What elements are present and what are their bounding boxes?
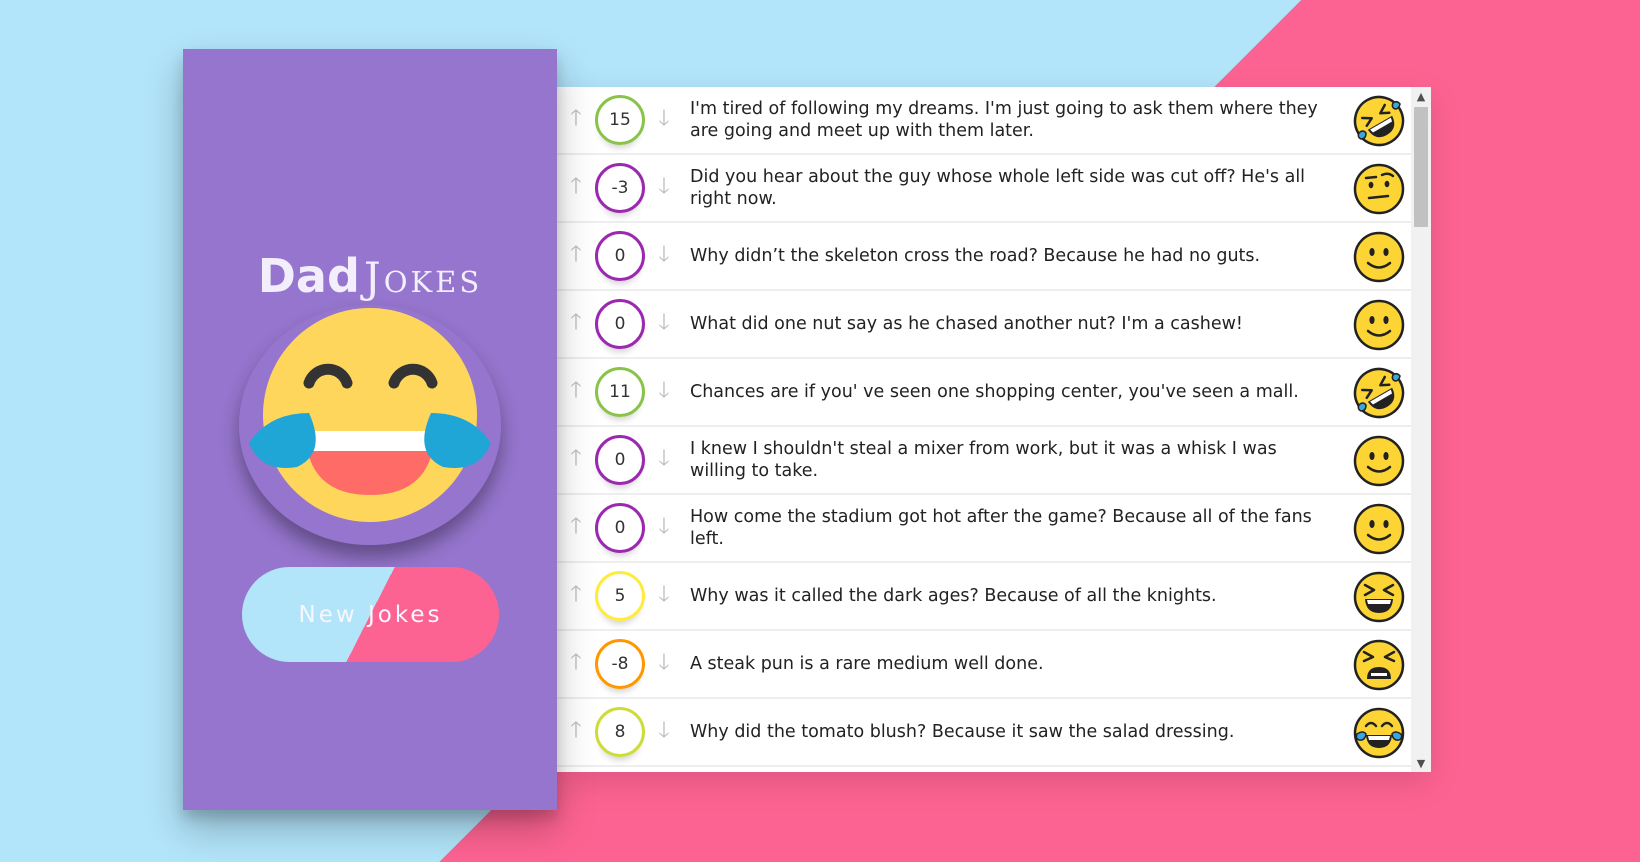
joke-text: Why did the tomato blush? Because it saw… — [690, 722, 1235, 742]
joke-text: Why was it called the dark ages? Because… — [690, 586, 1217, 606]
vote-count: 15 — [595, 95, 645, 145]
arrow-down-icon[interactable]: 🡓 — [651, 310, 677, 337]
arrow-down-icon[interactable]: 🡓 — [651, 378, 677, 405]
vote-count: 0 — [595, 435, 645, 485]
joke-row: 🡑 0 🡓 Why didn’t the skeleton cross the roa… — [557, 223, 1411, 291]
vote-count: 5 — [595, 571, 645, 621]
scrollbar[interactable]: ▲ ▼ — [1411, 87, 1431, 772]
joke-text: I'm tired of following my dreams. I'm ju… — [690, 99, 1318, 141]
tears-of-joy-emoji-icon — [1353, 707, 1405, 759]
squint-laugh-emoji-icon — [1353, 571, 1405, 623]
joke-text: How come the stadium got hot after the g… — [690, 507, 1312, 549]
joke-row: 🡑 15 🡓 I'm tired of following my dreams. I'… — [557, 87, 1411, 155]
app-title: DadJokes — [183, 249, 557, 303]
joke-row: 🡑 8 🡓 Why did the tomato blush? Because it … — [557, 699, 1411, 767]
joke-text: A steak pun is a rare medium well done. — [690, 654, 1044, 674]
arrow-up-icon[interactable]: 🡑 — [563, 446, 589, 473]
scroll-up-arrow-icon[interactable]: ▲ — [1411, 87, 1431, 105]
arrow-up-icon[interactable]: 🡑 — [563, 650, 589, 677]
arrow-up-icon[interactable]: 🡑 — [563, 718, 589, 745]
joke-row: 🡑 -8 🡓 A steak pun is a rare medium well do… — [557, 631, 1411, 699]
app-title-bold: Dad — [257, 249, 360, 303]
arrow-down-icon[interactable]: 🡓 — [651, 242, 677, 269]
arrow-down-icon[interactable]: 🡓 — [651, 446, 677, 473]
vote-count: 0 — [595, 231, 645, 281]
app-title-light: Jokes — [363, 253, 483, 302]
arrow-up-icon[interactable]: 🡑 — [563, 514, 589, 541]
arrow-up-icon[interactable]: 🡑 — [563, 310, 589, 337]
joke-text: I knew I shouldn't steal a mixer from wo… — [690, 439, 1277, 481]
rofl-emoji-icon — [1353, 95, 1405, 147]
vote-count: 11 — [595, 367, 645, 417]
joke-text: What did one nut say as he chased anothe… — [690, 314, 1243, 334]
joke-text: Did you hear about the guy whose whole l… — [690, 167, 1306, 209]
vote-count: -8 — [595, 639, 645, 689]
joke-row: 🡑 -3 🡓 Did you hear about the guy whose who… — [557, 155, 1411, 223]
jokes-panel[interactable]: 🡑 15 🡓 I'm tired of following my dreams. I'… — [557, 87, 1431, 772]
sidebar: DadJokes New Jokes — [183, 49, 557, 810]
arrow-up-icon[interactable]: 🡑 — [563, 106, 589, 133]
arrow-up-icon[interactable]: 🡑 — [563, 378, 589, 405]
laughing-emoji-logo-icon — [239, 305, 501, 545]
joke-row: 🡑 0 🡓 I knew I shouldn't steal a mixer from… — [557, 427, 1411, 495]
slight-smile-emoji-icon — [1353, 435, 1405, 487]
arrow-up-icon[interactable]: 🡑 — [563, 582, 589, 609]
slight-smile-emoji-icon — [1353, 503, 1405, 555]
slight-smile-emoji-icon — [1353, 299, 1405, 351]
arrow-up-icon[interactable]: 🡑 — [563, 174, 589, 201]
arrow-down-icon[interactable]: 🡓 — [651, 582, 677, 609]
scroll-down-arrow-icon[interactable]: ▼ — [1411, 754, 1431, 772]
rofl-emoji-icon — [1353, 367, 1405, 419]
vote-count: 0 — [595, 299, 645, 349]
vote-count: 8 — [595, 707, 645, 757]
joke-list: 🡑 15 🡓 I'm tired of following my dreams. I'… — [557, 87, 1411, 767]
tired-emoji-icon — [1353, 639, 1405, 691]
arrow-down-icon[interactable]: 🡓 — [651, 514, 677, 541]
new-jokes-button[interactable]: New Jokes — [242, 567, 499, 662]
joke-text: Chances are if you' ve seen one shopping… — [690, 382, 1299, 402]
arrow-down-icon[interactable]: 🡓 — [651, 174, 677, 201]
arrow-up-icon[interactable]: 🡑 — [563, 242, 589, 269]
arrow-down-icon[interactable]: 🡓 — [651, 106, 677, 133]
joke-row: 🡑 0 🡓 How come the stadium got hot after th… — [557, 495, 1411, 563]
raised-eyebrow-emoji-icon — [1353, 163, 1405, 215]
slight-smile-emoji-icon — [1353, 231, 1405, 283]
joke-row: 🡑 11 🡓 Chances are if you' ve seen one shop… — [557, 359, 1411, 427]
scroll-thumb[interactable] — [1414, 107, 1428, 227]
joke-row: 🡑 5 🡓 Why was it called the dark ages? Beca… — [557, 563, 1411, 631]
vote-count: -3 — [595, 163, 645, 213]
joke-text: Why didn’t the skeleton cross the road? … — [690, 246, 1261, 266]
vote-count: 0 — [595, 503, 645, 553]
arrow-down-icon[interactable]: 🡓 — [651, 650, 677, 677]
arrow-down-icon[interactable]: 🡓 — [651, 718, 677, 745]
joke-row: 🡑 0 🡓 What did one nut say as he chased ano… — [557, 291, 1411, 359]
